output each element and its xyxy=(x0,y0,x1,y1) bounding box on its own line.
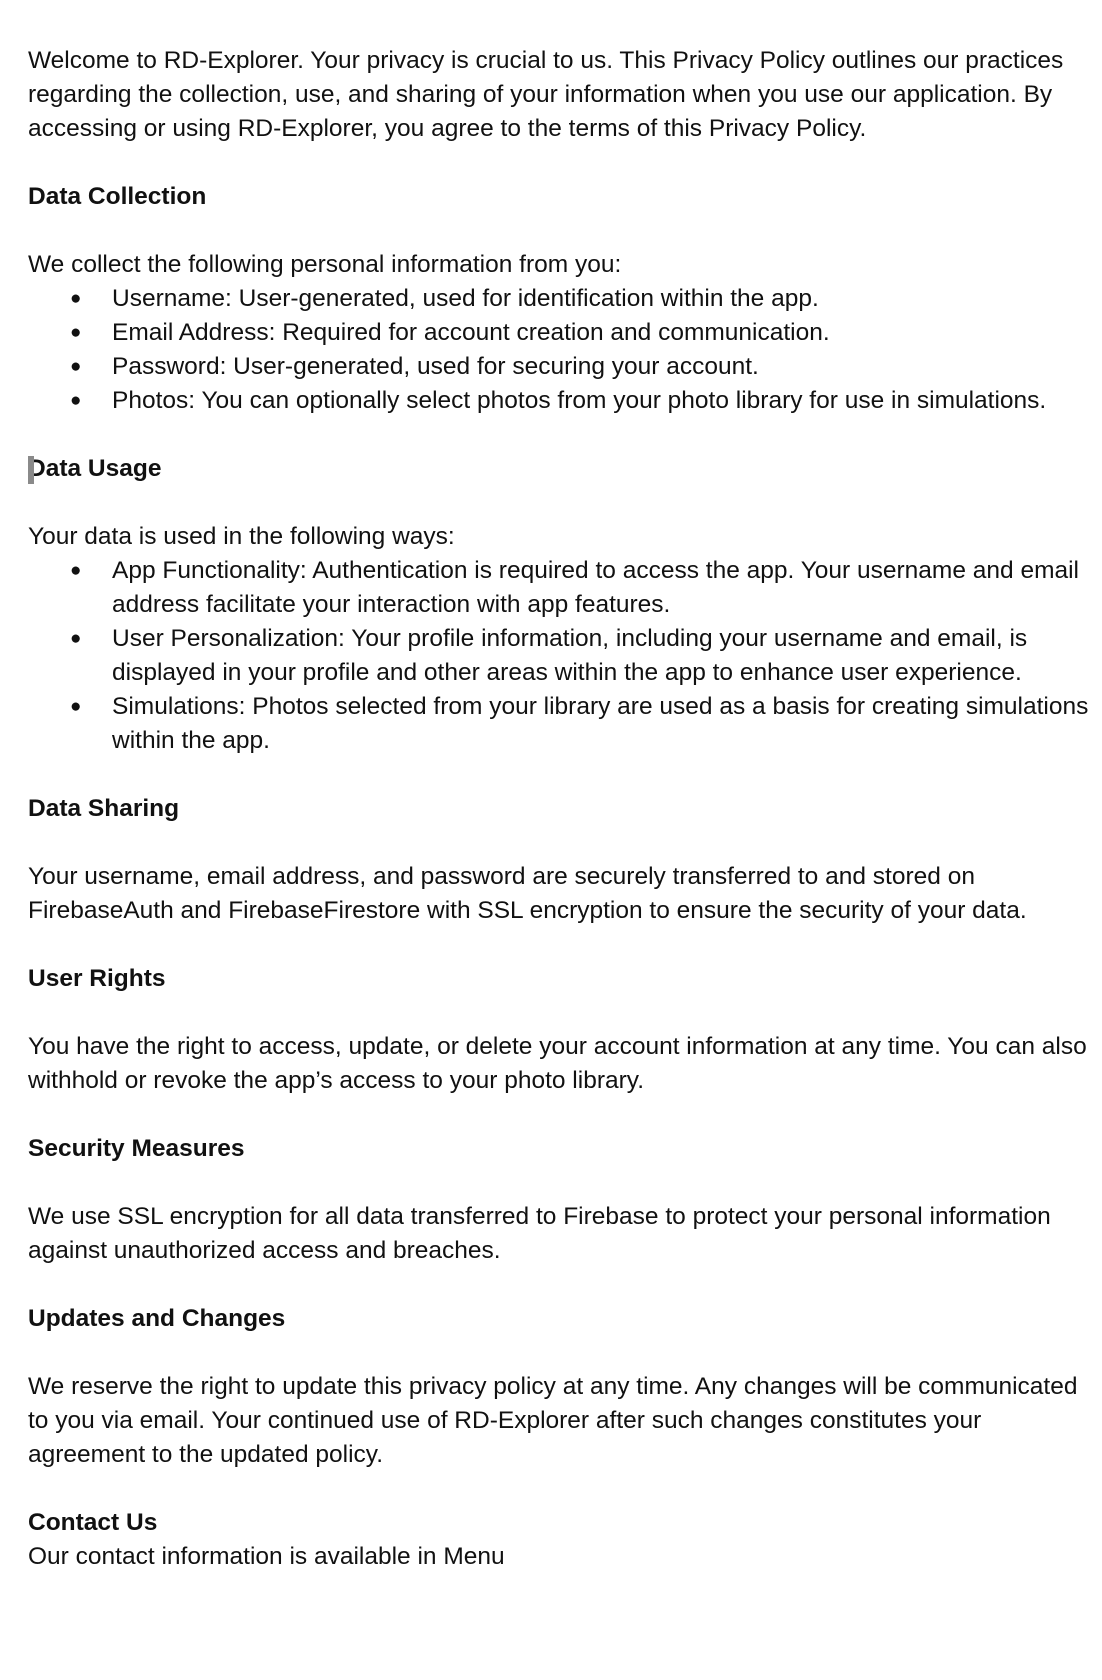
list-item: Photos: You can optionally select photos… xyxy=(28,384,1098,418)
list-item: Simulations: Photos selected from your l… xyxy=(28,690,1098,758)
intro-paragraph: Welcome to RD-Explorer. Your privacy is … xyxy=(28,47,1064,142)
list-item: Email Address: Required for account crea… xyxy=(28,316,1098,350)
list-item: Password: User-generated, used for secur… xyxy=(28,350,1098,384)
contact-body: Our contact information is available in … xyxy=(28,1543,505,1570)
list-item: User Personalization: Your profile infor… xyxy=(28,622,1098,690)
updates-body: We reserve the right to update this priv… xyxy=(28,1373,1078,1468)
data-usage-lead: Your data is used in the following ways: xyxy=(28,523,455,550)
data-usage-list: App Functionality: Authentication is req… xyxy=(28,554,1098,758)
list-item: App Functionality: Authentication is req… xyxy=(28,554,1098,622)
data-collection-heading: Data Collection xyxy=(28,183,207,210)
data-collection-list: Username: User-generated, used for ident… xyxy=(28,282,1098,418)
data-collection-lead: We collect the following personal inform… xyxy=(28,251,622,278)
user-rights-body: You have the right to access, update, or… xyxy=(28,1033,1087,1094)
security-measures-body: We use SSL encryption for all data trans… xyxy=(28,1203,1051,1264)
list-item: Username: User-generated, used for ident… xyxy=(28,282,1098,316)
updates-heading: Updates and Changes xyxy=(28,1305,286,1332)
security-measures-heading: Security Measures xyxy=(28,1135,245,1162)
contact-heading: Contact Us xyxy=(28,1509,158,1536)
data-sharing-heading: Data Sharing xyxy=(28,795,180,822)
privacy-policy-document: Welcome to RD-Explorer. Your privacy is … xyxy=(28,44,1098,1574)
data-usage-heading: Data Usage xyxy=(28,455,162,482)
user-rights-heading: User Rights xyxy=(28,965,166,992)
text-cursor-marker xyxy=(28,456,34,484)
data-sharing-body: Your username, email address, and passwo… xyxy=(28,863,1027,924)
